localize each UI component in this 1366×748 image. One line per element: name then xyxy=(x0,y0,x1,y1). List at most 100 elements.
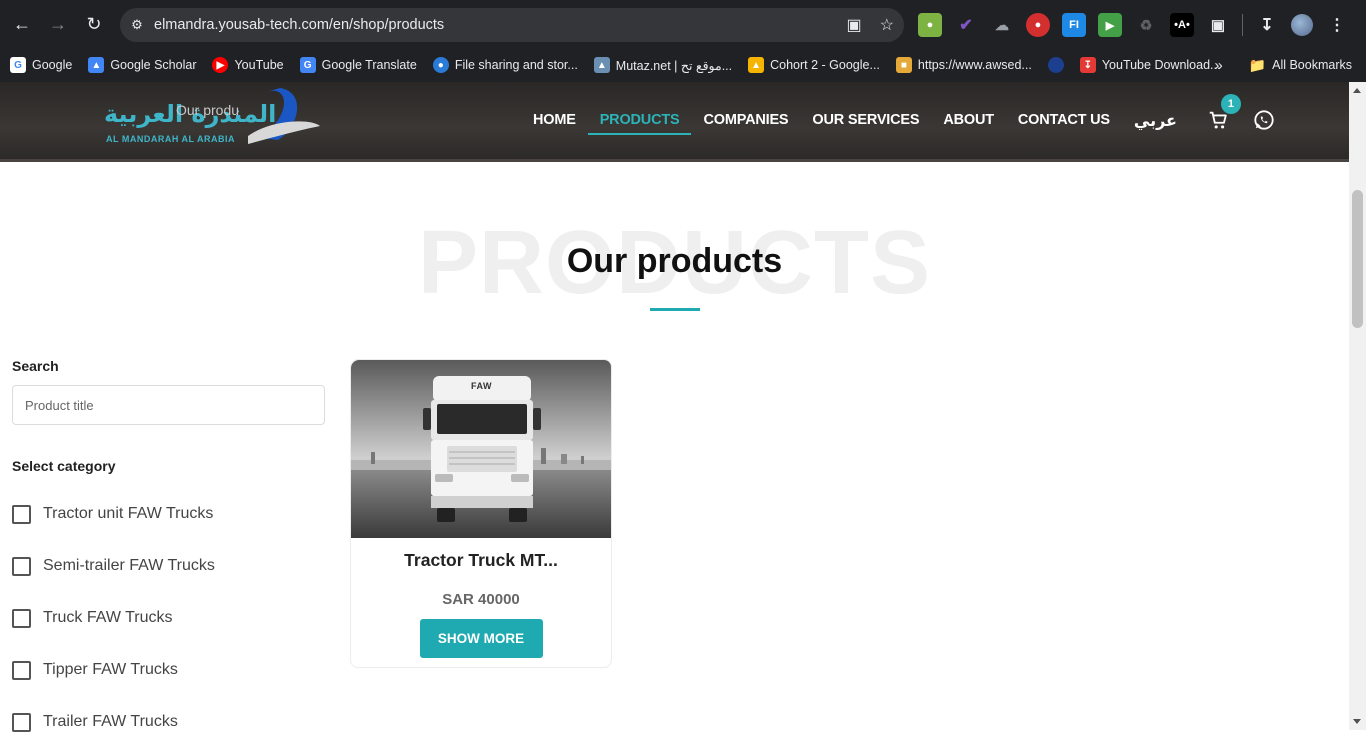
bookmarks-bar: G Google ▲ Google Scholar ▶ YouTube G Google… xyxy=(0,48,1366,82)
product-title[interactable]: Tractor Truck MT... xyxy=(351,550,611,571)
extensions-puzzle-icon[interactable]: ▣ xyxy=(1206,13,1230,37)
nav-companies[interactable]: COMPANIES xyxy=(703,82,788,158)
bookmark-cohort[interactable]: ▲ Cohort 2 - Google... xyxy=(748,57,880,73)
category-checkbox[interactable] xyxy=(12,660,31,680)
more-bookmarks-icon[interactable]: » xyxy=(1214,57,1222,74)
nav-contact-us[interactable]: CONTACT US xyxy=(1018,82,1110,158)
reload-button[interactable]: ↻ xyxy=(76,6,112,42)
nav-about[interactable]: ABOUT xyxy=(943,82,994,158)
category-item[interactable]: Tipper FAW Trucks xyxy=(12,644,326,696)
scroll-down-arrow-icon[interactable] xyxy=(1353,719,1361,724)
extension-cloud-icon[interactable]: ☁ xyxy=(990,13,1014,37)
package-icon: ■ xyxy=(895,57,912,73)
bookmark-google-scholar[interactable]: ▲ Google Scholar xyxy=(88,57,196,73)
category-checkbox[interactable] xyxy=(12,504,31,524)
extension-check-icon[interactable]: ✔ xyxy=(954,13,978,37)
mutaz-icon: ▲ xyxy=(593,57,610,73)
language-switch[interactable]: عربي xyxy=(1134,82,1177,158)
extensions-row: ● ✔ ☁ ● FI ▶ ♻ •A• ▣ ↧ ⋮ xyxy=(918,12,1349,38)
category-item[interactable]: Truck FAW Trucks xyxy=(12,592,326,644)
all-bookmarks[interactable]: 📁 All Bookmarks xyxy=(1249,57,1352,74)
bookmark-google-translate[interactable]: G Google Translate xyxy=(299,57,417,73)
file-sharing-icon: ● xyxy=(432,57,449,73)
bookmark-label: Google Scholar xyxy=(110,58,197,72)
nav-our-services[interactable]: OUR SERVICES xyxy=(812,82,919,158)
menu-kebab-icon[interactable]: ⋮ xyxy=(1325,13,1349,37)
category-label-text: Semi-trailer FAW Trucks xyxy=(43,557,215,574)
bookmark-label: YouTube Download... xyxy=(1101,58,1221,72)
product-search-input[interactable] xyxy=(12,385,325,425)
all-bookmarks-label: All Bookmarks xyxy=(1272,58,1352,72)
bookmark-label: File sharing and stor... xyxy=(454,58,578,72)
bookmark-star-icon[interactable]: ☆ xyxy=(880,15,894,35)
category-item[interactable]: Trailer FAW Trucks xyxy=(12,696,326,748)
forward-button[interactable]: → xyxy=(40,6,76,42)
product-image[interactable]: FAW xyxy=(351,360,611,538)
category-checkbox[interactable] xyxy=(12,556,31,576)
product-price: SAR 40000 xyxy=(442,591,520,608)
site-header: المندرة العربية Our produ AL MANDARAH AL… xyxy=(0,82,1349,162)
nav-products[interactable]: PRODUCTS xyxy=(587,82,692,158)
bookmark-label: Google xyxy=(32,58,73,72)
whatsapp-button[interactable] xyxy=(1253,82,1275,158)
extension-ai-icon[interactable]: •A• xyxy=(1170,13,1194,37)
bookmark-label: Google Translate xyxy=(321,58,417,72)
drive-icon: ▲ xyxy=(748,57,765,73)
browser-chrome: ← → ↻ ⚙ elmandra.yousab-tech.com/en/shop… xyxy=(0,0,1366,82)
category-list: Tractor unit FAW Trucks Semi-trailer FAW… xyxy=(12,488,326,748)
title-underline xyxy=(650,308,700,311)
extension-red-icon[interactable]: ● xyxy=(1026,13,1050,37)
bookmark-label: https://www.awsed... xyxy=(917,58,1032,72)
page-title: Our products xyxy=(566,242,783,280)
filter-sidebar: Search Select category Tractor unit FAW … xyxy=(12,358,326,748)
whatsapp-icon xyxy=(1254,110,1274,130)
bookmark-file-sharing[interactable]: ● File sharing and stor... xyxy=(432,57,578,73)
browser-toolbar: ← → ↻ ⚙ elmandra.yousab-tech.com/en/shop… xyxy=(0,0,1366,48)
back-button[interactable]: ← xyxy=(4,6,40,42)
nav-home[interactable]: HOME xyxy=(533,82,576,158)
site-info-icon[interactable]: ⚙ xyxy=(120,17,154,33)
category-label-text: Tractor unit FAW Trucks xyxy=(43,505,214,522)
downloads-icon[interactable]: ↧ xyxy=(1255,13,1279,37)
product-card[interactable]: FAW Tractor Truck MT... SAR 40000 SHOW M… xyxy=(350,359,612,668)
bookmark-youtube-download[interactable]: ↧ YouTube Download... xyxy=(1079,57,1221,73)
scroll-thumb[interactable] xyxy=(1352,190,1363,328)
install-app-icon[interactable]: ▣ xyxy=(847,15,862,35)
blue-circle-icon xyxy=(1047,57,1064,73)
url-text[interactable]: elmandra.yousab-tech.com/en/shop/product… xyxy=(154,17,444,33)
extension-fi-icon[interactable]: FI xyxy=(1062,13,1086,37)
page-title-section: PRODUCTS Our products xyxy=(0,200,1349,320)
cart-count-badge: 1 xyxy=(1220,94,1241,114)
profile-avatar[interactable] xyxy=(1291,14,1313,36)
bookmark-mutaz[interactable]: ▲ Mutaz.net | موقع تح... xyxy=(593,57,733,73)
category-label: Select category xyxy=(12,458,116,474)
toolbar-separator xyxy=(1242,14,1243,36)
page-scrollbar[interactable] xyxy=(1349,82,1366,730)
search-label: Search xyxy=(12,358,59,374)
category-item[interactable]: Semi-trailer FAW Trucks xyxy=(12,540,326,592)
bookmark-youtube[interactable]: ▶ YouTube xyxy=(212,57,284,73)
extension-recycle-icon[interactable]: ♻ xyxy=(1134,13,1158,37)
bookmark-label: Mutaz.net | موقع تح... xyxy=(615,58,733,73)
scholar-icon: ▲ xyxy=(88,57,105,73)
scroll-up-arrow-icon[interactable] xyxy=(1353,88,1361,93)
extension-green-icon[interactable]: ● xyxy=(918,13,942,37)
category-checkbox[interactable] xyxy=(12,608,31,628)
category-checkbox[interactable] xyxy=(12,712,31,732)
cart-button[interactable]: 1 xyxy=(1207,82,1241,158)
download-icon: ↧ xyxy=(1079,57,1096,73)
address-bar[interactable]: ⚙ elmandra.yousab-tech.com/en/shop/produ… xyxy=(120,8,904,42)
extension-media-icon[interactable]: ▶ xyxy=(1098,13,1122,37)
bookmark-blue[interactable] xyxy=(1047,57,1064,73)
logo-swoosh-icon xyxy=(248,88,320,144)
category-item[interactable]: Tractor unit FAW Trucks xyxy=(12,488,326,540)
bookmark-google[interactable]: G Google xyxy=(10,57,72,73)
google-icon: G xyxy=(10,57,26,73)
category-label-text: Trailer FAW Trucks xyxy=(43,713,178,730)
show-more-button[interactable]: SHOW MORE xyxy=(419,619,543,658)
bookmark-awsed[interactable]: ■ https://www.awsed... xyxy=(895,57,1032,73)
site-logo[interactable]: المندرة العربية Our produ AL MANDARAH AL… xyxy=(100,86,322,152)
folder-icon: 📁 xyxy=(1248,56,1267,73)
youtube-icon: ▶ xyxy=(212,57,229,73)
category-label-text: Truck FAW Trucks xyxy=(43,609,173,626)
